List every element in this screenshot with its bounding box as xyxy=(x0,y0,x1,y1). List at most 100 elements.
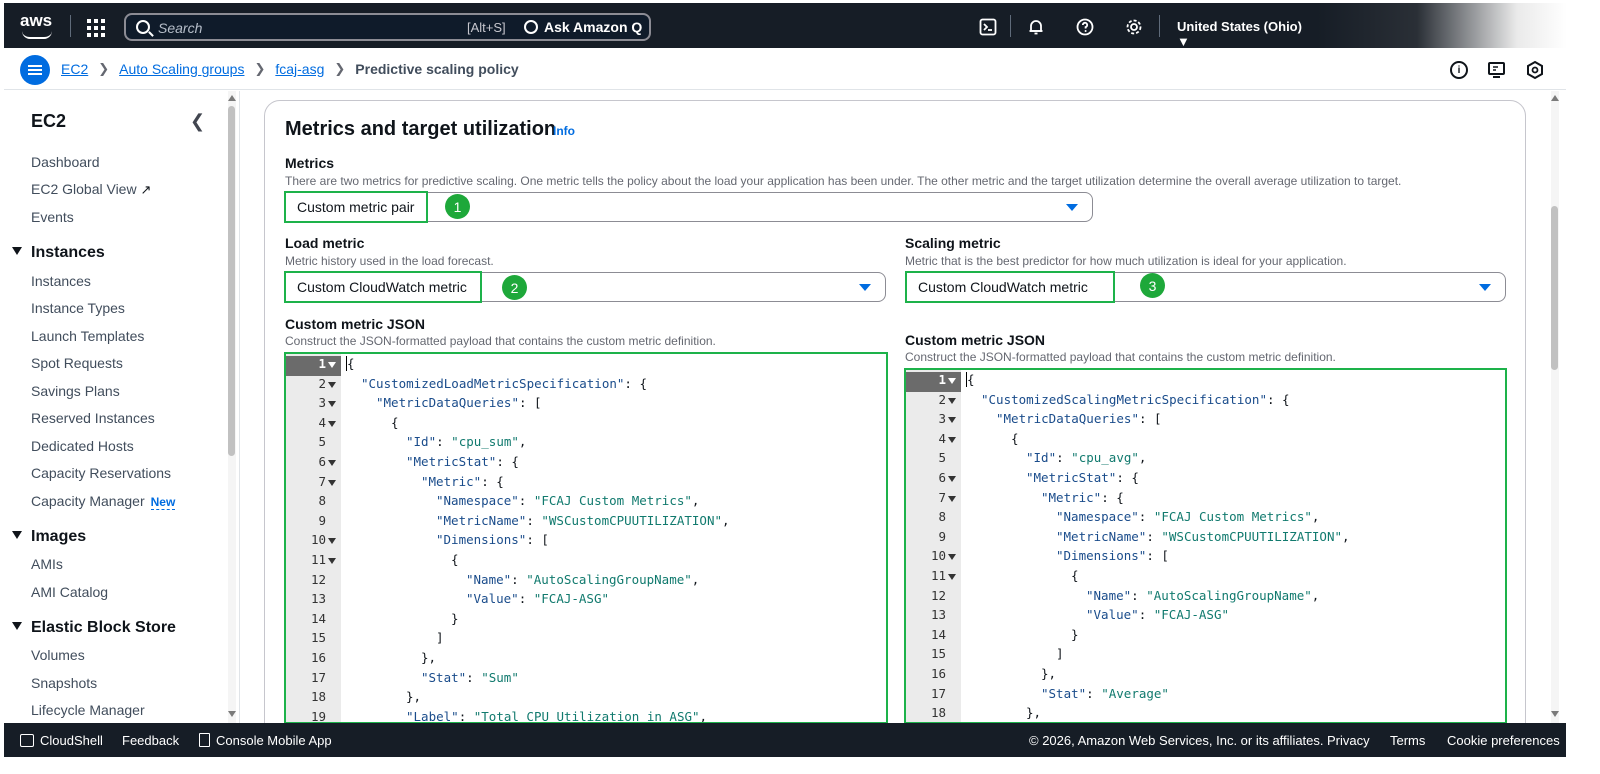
sidebar-scrollbar-thumb[interactable] xyxy=(228,106,235,456)
sidebar-item-amis[interactable]: AMIs xyxy=(31,556,63,572)
cloudshell-icon[interactable] xyxy=(978,17,998,37)
info-panel-icon[interactable]: i xyxy=(1450,61,1468,79)
side-nav-toggle-button[interactable] xyxy=(20,55,50,85)
code-line[interactable]: 14} xyxy=(286,611,886,631)
services-grid-icon[interactable] xyxy=(87,19,105,37)
code-line[interactable]: 5 "Id": "cpu_avg", xyxy=(906,450,1505,470)
sidebar-item-ami-catalog[interactable]: AMI Catalog xyxy=(31,584,108,600)
metrics-select-value[interactable]: Custom metric pair xyxy=(284,191,428,223)
fold-caret-icon[interactable] xyxy=(328,538,336,545)
code-line[interactable]: 9 "MetricName": "WSCustomCPUUTILIZATION", xyxy=(906,529,1505,549)
code-line[interactable]: 3 "MetricDataQueries": [ xyxy=(906,411,1505,431)
code-line[interactable]: 11 { xyxy=(906,568,1505,588)
scaling-metric-json-editor[interactable]: 1{2 "CustomizedScalingMetricSpecification… xyxy=(904,368,1507,724)
breadcrumb-fcaj-asg[interactable]: fcaj-asg xyxy=(275,61,324,77)
code-line[interactable]: 18}, xyxy=(286,689,886,709)
code-line[interactable]: 6 "MetricStat": { xyxy=(286,454,886,474)
sidebar-item-snapshots[interactable]: Snapshots xyxy=(31,675,97,691)
fold-caret-icon[interactable] xyxy=(948,378,956,384)
code-line[interactable]: 16}, xyxy=(286,650,886,670)
code-line[interactable]: 15] xyxy=(286,630,886,650)
main-scrollbar-thumb[interactable] xyxy=(1551,206,1558,370)
settings-gear-icon[interactable] xyxy=(1124,17,1144,37)
fold-caret-icon[interactable] xyxy=(948,397,956,404)
fold-caret-icon[interactable] xyxy=(328,460,336,466)
code-line[interactable]: 17 "Stat": "Sum" xyxy=(286,670,886,690)
sidebar-item-dedicated-hosts[interactable]: Dedicated Hosts xyxy=(31,438,134,454)
code-line[interactable]: 10 "Dimensions": [ xyxy=(906,548,1505,568)
scroll-down-icon[interactable] xyxy=(228,711,236,717)
fold-caret-icon[interactable] xyxy=(328,401,336,408)
sidebar-item-reserved-instances[interactable]: Reserved Instances xyxy=(31,410,155,426)
feedback-screen-icon[interactable] xyxy=(1487,60,1507,85)
code-line[interactable]: 15] xyxy=(906,646,1505,666)
fold-caret-icon[interactable] xyxy=(948,574,956,580)
cloudshell-button[interactable]: CloudShell xyxy=(20,733,103,748)
fold-caret-icon[interactable] xyxy=(328,381,336,388)
sidebar-item-ec2-global-view[interactable]: EC2 Global View ↗ xyxy=(31,181,151,198)
sidebar-item-capacity-reservations[interactable]: Capacity Reservations xyxy=(31,465,171,481)
load-metric-select-value[interactable]: Custom CloudWatch metric xyxy=(284,271,482,303)
cookie-preferences-link[interactable]: Cookie preferences xyxy=(1447,733,1560,748)
code-line[interactable]: 8 "Namespace": "FCAJ Custom Metrics", xyxy=(906,509,1505,529)
fold-caret-icon[interactable] xyxy=(948,436,956,443)
scroll-up-icon[interactable] xyxy=(1551,95,1559,101)
code-line[interactable]: 3 "MetricDataQueries": [ xyxy=(286,395,886,415)
breadcrumb-auto-scaling-groups[interactable]: Auto Scaling groups xyxy=(119,61,244,77)
code-line[interactable]: 1{ xyxy=(286,356,886,376)
code-line[interactable]: 14} xyxy=(906,627,1505,647)
code-line[interactable]: 16}, xyxy=(906,666,1505,686)
code-line[interactable]: 13 "Value": "FCAJ-ASG" xyxy=(906,607,1505,627)
terms-link[interactable]: Terms xyxy=(1390,733,1425,748)
feedback-link[interactable]: Feedback xyxy=(122,733,179,748)
region-selector[interactable]: United States (Ohio) ▼ xyxy=(1177,19,1317,49)
code-line[interactable]: 6 "MetricStat": { xyxy=(906,470,1505,490)
search-input[interactable] xyxy=(158,18,448,38)
code-line[interactable]: 10 "Dimensions": [ xyxy=(286,532,886,552)
code-line[interactable]: 12 "Name": "AutoScalingGroupName", xyxy=(286,572,886,592)
fold-caret-icon[interactable] xyxy=(328,420,336,427)
privacy-link[interactable]: Privacy xyxy=(1327,733,1370,748)
sidebar-item-spot-requests[interactable]: Spot Requests xyxy=(31,355,123,371)
sidebar-item-volumes[interactable]: Volumes xyxy=(31,647,85,663)
code-line[interactable]: 9 "MetricName": "WSCustomCPUUTILIZATION", xyxy=(286,513,886,533)
code-line[interactable]: 19 "Label": "Total CPU Utilization in ASG… xyxy=(286,709,886,722)
load-metric-json-editor[interactable]: 1{2 "CustomizedLoadMetricSpecification": … xyxy=(284,352,888,724)
code-line[interactable]: 17 "Stat": "Average" xyxy=(906,686,1505,706)
notifications-bell-icon[interactable] xyxy=(1026,17,1046,37)
code-line[interactable]: 4{ xyxy=(906,431,1505,451)
fold-caret-icon[interactable] xyxy=(948,554,956,561)
aws-logo[interactable]: aws xyxy=(20,11,54,41)
scroll-down-icon[interactable] xyxy=(1551,711,1559,717)
code-line[interactable]: 2 "CustomizedScalingMetricSpecification":… xyxy=(906,392,1505,412)
code-line[interactable]: 12 "Name": "AutoScalingGroupName", xyxy=(906,588,1505,608)
fold-caret-icon[interactable] xyxy=(328,362,336,368)
fold-caret-icon[interactable] xyxy=(948,495,956,502)
sidebar-section-elastic-block-store[interactable]: Elastic Block Store xyxy=(12,619,176,637)
sidebar-section-instances[interactable]: Instances xyxy=(12,244,105,262)
sidebar-item-instance-types[interactable]: Instance Types xyxy=(31,300,125,316)
breadcrumb-ec2[interactable]: EC2 xyxy=(61,61,88,77)
scaling-metric-select-value[interactable]: Custom CloudWatch metric xyxy=(905,271,1115,303)
sidebar-item-instances[interactable]: Instances xyxy=(31,273,91,289)
sidebar-item-launch-templates[interactable]: Launch Templates xyxy=(31,328,144,344)
sidebar-item-savings-plans[interactable]: Savings Plans xyxy=(31,383,120,399)
code-line[interactable]: 5 "Id": "cpu_sum", xyxy=(286,434,886,454)
code-line[interactable]: 4{ xyxy=(286,415,886,435)
scroll-up-icon[interactable] xyxy=(228,95,236,101)
sidebar-item-events[interactable]: Events xyxy=(31,209,74,225)
console-mobile-app-link[interactable]: Console Mobile App xyxy=(199,733,332,748)
sidebar-section-images[interactable]: Images xyxy=(12,528,86,546)
code-line[interactable]: 7 "Metric": { xyxy=(286,474,886,494)
amazon-q-panel-icon[interactable] xyxy=(1525,60,1545,85)
sidebar-item-capacity-manager[interactable]: Capacity Manager New xyxy=(31,493,176,510)
chevron-left-icon[interactable]: ❮ xyxy=(190,111,205,132)
code-line[interactable]: 11 { xyxy=(286,552,886,572)
info-link[interactable]: Info xyxy=(553,124,575,138)
code-line[interactable]: 8 "Namespace": "FCAJ Custom Metrics", xyxy=(286,493,886,513)
fold-caret-icon[interactable] xyxy=(328,479,336,486)
fold-caret-icon[interactable] xyxy=(328,558,336,564)
main-scrollbar[interactable] xyxy=(1551,91,1559,723)
fold-caret-icon[interactable] xyxy=(948,417,956,424)
code-line[interactable]: 18}, xyxy=(906,705,1505,722)
